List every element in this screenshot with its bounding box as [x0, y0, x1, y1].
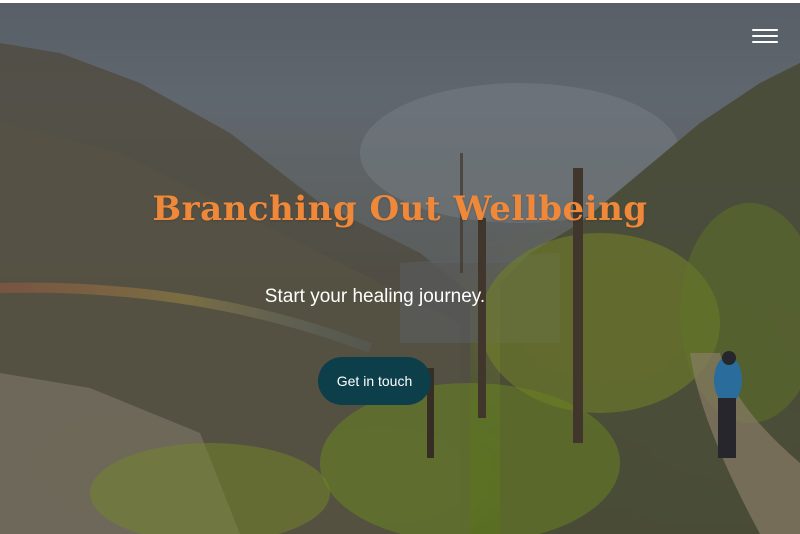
hero-section: Branching Out Wellbeing Start your heali… [0, 3, 800, 534]
hero-title: Branching Out Wellbeing [152, 189, 648, 229]
menu-bar [752, 35, 778, 37]
hero-subtitle: Start your healing journey. [264, 286, 486, 307]
get-in-touch-button[interactable]: Get in touch [318, 357, 431, 405]
menu-bar [752, 41, 778, 43]
hamburger-menu-icon[interactable] [752, 29, 778, 47]
hero-overlay [0, 3, 800, 534]
menu-bar [752, 29, 778, 31]
